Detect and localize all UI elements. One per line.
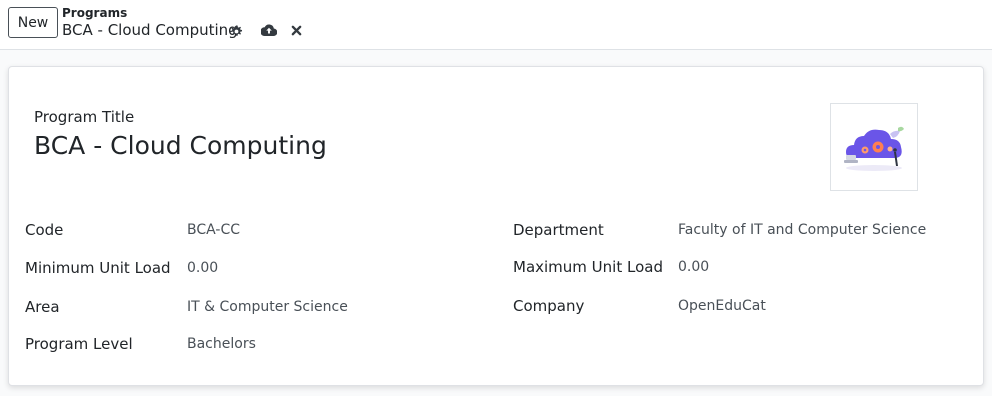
min-unit-load-label: Minimum Unit Load xyxy=(25,259,171,277)
company-label: Company xyxy=(513,297,585,315)
cloud-upload-icon[interactable] xyxy=(261,22,277,38)
breadcrumb-current: BCA - Cloud Computing xyxy=(62,21,238,39)
min-unit-load-field[interactable]: 0.00 xyxy=(187,260,218,276)
new-button[interactable]: New xyxy=(8,7,58,38)
code-field[interactable]: BCA-CC xyxy=(187,222,240,238)
area-label: Area xyxy=(25,298,60,316)
department-field[interactable]: Faculty of IT and Computer Science xyxy=(678,222,926,238)
program-image[interactable] xyxy=(830,103,918,191)
max-unit-load-field[interactable]: 0.00 xyxy=(678,259,709,275)
program-title-label: Program Title xyxy=(34,108,135,126)
breadcrumb-parent[interactable]: Programs xyxy=(62,6,127,20)
form-sheet: Program Title BCA - Cloud Computing Code… xyxy=(8,66,984,386)
program-level-field[interactable]: Bachelors xyxy=(187,336,256,352)
program-level-label: Program Level xyxy=(25,335,133,353)
max-unit-load-label: Maximum Unit Load xyxy=(513,258,663,276)
company-field[interactable]: OpenEduCat xyxy=(678,298,766,314)
area-field[interactable]: IT & Computer Science xyxy=(187,299,348,315)
control-panel: New Programs BCA - Cloud Computing xyxy=(0,0,992,50)
program-title-field[interactable]: BCA - Cloud Computing xyxy=(34,131,327,160)
cloud-computing-illustration xyxy=(844,126,904,171)
close-icon[interactable] xyxy=(289,23,303,37)
code-label: Code xyxy=(25,221,64,239)
gear-icon[interactable] xyxy=(229,24,243,38)
department-label: Department xyxy=(513,221,604,239)
